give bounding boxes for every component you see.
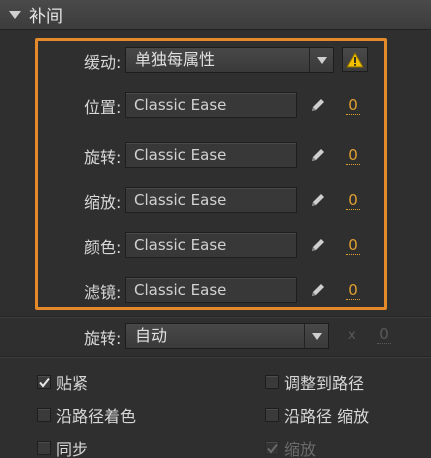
- color-ease-amount[interactable]: 0: [346, 236, 360, 255]
- filter-ease-amount[interactable]: 0: [346, 281, 360, 300]
- filter-ease-field[interactable]: Classic Ease: [125, 277, 297, 303]
- checkbox-box[interactable]: [37, 375, 51, 389]
- checkbox-box[interactable]: [265, 375, 279, 389]
- scale-ease-field[interactable]: Classic Ease: [125, 187, 297, 213]
- ease-mode-value: 单独每属性: [135, 50, 216, 69]
- rotation-ease-field[interactable]: Classic Ease: [125, 142, 297, 168]
- pencil-icon: [312, 239, 324, 251]
- chevron-down-icon: [316, 56, 327, 64]
- chevron-down-icon: [311, 332, 322, 340]
- rotation-label: 旋转:: [83, 148, 122, 167]
- warning-icon: [346, 51, 364, 67]
- section-title: 补间: [29, 7, 63, 27]
- scale-label: 缩放: [284, 440, 317, 458]
- color-label: 颜色:: [83, 238, 122, 257]
- color-ease-field[interactable]: Classic Ease: [125, 232, 297, 258]
- ease-warning-button[interactable]: [342, 47, 368, 72]
- rotate-label: 旋转:: [83, 329, 122, 348]
- scale-label: 缩放:: [83, 193, 122, 212]
- position-ease-amount[interactable]: 0: [346, 96, 360, 115]
- snap-label: 贴紧: [56, 374, 89, 393]
- sync-checkbox[interactable]: 同步: [37, 436, 88, 458]
- orient-to-path-checkbox[interactable]: 调整到路径: [265, 370, 364, 394]
- rotate-value: 自动: [135, 326, 168, 345]
- rotate-count: 0: [377, 325, 391, 344]
- pencil-icon: [312, 149, 324, 161]
- divider: [0, 357, 431, 358]
- position-ease-field[interactable]: Classic Ease: [125, 92, 297, 118]
- tween-section-header[interactable]: 补间: [0, 0, 431, 30]
- ease-highlight-frame: [35, 38, 387, 310]
- position-label: 位置:: [83, 98, 122, 117]
- pencil-icon: [312, 194, 324, 206]
- sync-label: 同步: [56, 440, 89, 458]
- rotation-ease-amount[interactable]: 0: [346, 146, 360, 165]
- scale-along-path-label: 沿路径 缩放: [284, 407, 370, 426]
- pencil-icon: [312, 99, 324, 111]
- check-icon: [39, 377, 50, 388]
- color-along-path-label: 沿路径着色: [56, 407, 137, 426]
- rotate-dropdown[interactable]: 自动: [125, 323, 329, 349]
- color-edit-button[interactable]: [307, 234, 329, 256]
- snap-checkbox[interactable]: 贴紧: [37, 370, 88, 394]
- filter-edit-button[interactable]: [307, 279, 329, 301]
- ease-mode-label: 缓动:: [83, 53, 122, 72]
- scale-checkbox: 缩放: [265, 436, 316, 458]
- color-along-path-checkbox[interactable]: 沿路径着色: [37, 403, 136, 427]
- ease-mode-dropdown[interactable]: 单独每属性: [125, 47, 334, 73]
- checkbox-box[interactable]: [265, 408, 279, 422]
- pencil-icon: [312, 284, 324, 296]
- rotation-edit-button[interactable]: [307, 144, 329, 166]
- filter-label: 滤镜:: [83, 283, 122, 302]
- divider: [0, 317, 431, 318]
- collapse-triangle-icon[interactable]: [9, 10, 21, 19]
- scale-edit-button[interactable]: [307, 189, 329, 211]
- checkbox-box: [265, 441, 279, 455]
- check-icon: [267, 443, 278, 454]
- rotate-times-symbol: x: [348, 328, 356, 343]
- position-edit-button[interactable]: [307, 94, 329, 116]
- checkbox-box[interactable]: [37, 408, 51, 422]
- scale-ease-amount[interactable]: 0: [346, 191, 360, 210]
- orient-to-path-label: 调整到路径: [284, 374, 365, 393]
- checkbox-box[interactable]: [37, 441, 51, 455]
- scale-along-path-checkbox[interactable]: 沿路径 缩放: [265, 403, 369, 427]
